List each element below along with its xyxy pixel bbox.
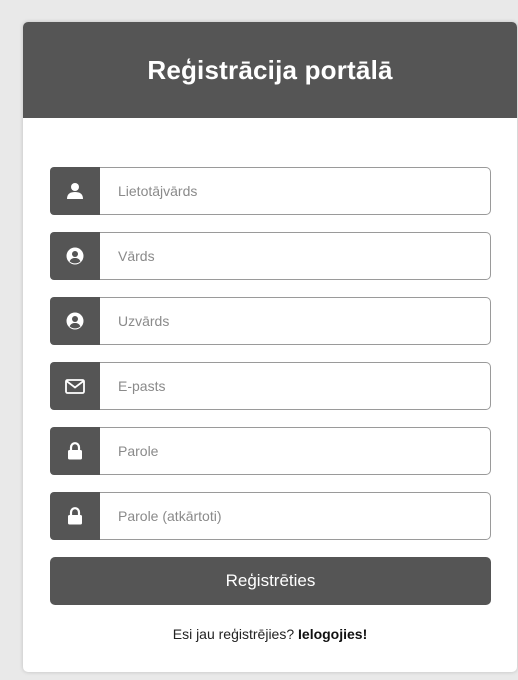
last-name-field-group (50, 297, 491, 345)
lock-icon (50, 492, 100, 540)
first-name-input[interactable] (100, 232, 491, 280)
envelope-icon (50, 362, 100, 410)
password-repeat-input[interactable] (100, 492, 491, 540)
email-input[interactable] (100, 362, 491, 410)
email-field-group (50, 362, 491, 410)
user-circle-icon (50, 232, 100, 280)
username-field-group (50, 167, 491, 215)
login-prompt-text: Esi jau reģistrējies? (172, 626, 295, 642)
user-circle-icon (50, 297, 100, 345)
password-repeat-field-group (50, 492, 491, 540)
password-field-group (50, 427, 491, 475)
card-header: Reģistrācija portālā (23, 22, 517, 118)
password-input[interactable] (100, 427, 491, 475)
username-input[interactable] (100, 167, 491, 215)
user-icon (50, 167, 100, 215)
first-name-field-group (50, 232, 491, 280)
login-link[interactable]: Ielogojies! (298, 626, 367, 642)
page-title: Reģistrācija portālā (147, 54, 393, 85)
last-name-input[interactable] (100, 297, 491, 345)
register-button[interactable]: Reģistrēties (50, 557, 491, 605)
registration-form: Reģistrēties (50, 167, 491, 605)
registration-card: Reģistrācija portālā Lietotājvārds Vārds… (23, 22, 517, 672)
lock-icon (50, 427, 100, 475)
login-prompt: Esi jau reģistrējies? Ielogojies! (23, 626, 517, 642)
